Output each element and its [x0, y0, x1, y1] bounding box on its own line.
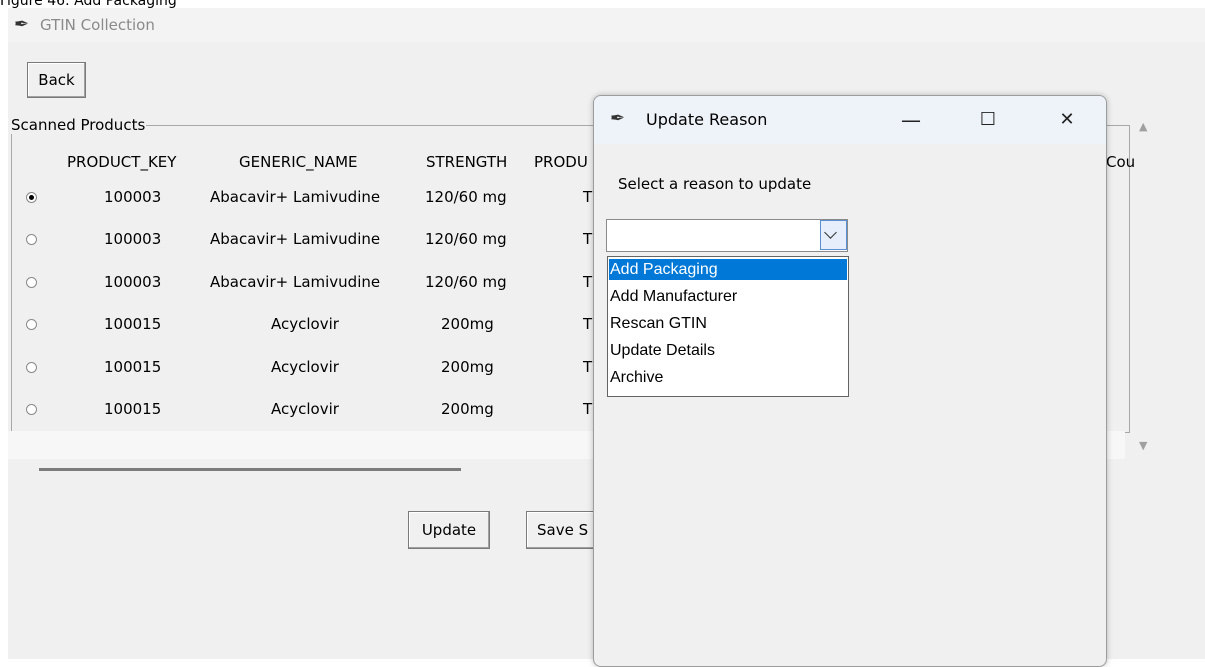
product-cell: T: [583, 315, 593, 333]
table-row[interactable]: 100015 Acyclovir 200mg T: [8, 315, 608, 339]
reason-dropdown-list: Add Packaging Add Manufacturer Rescan GT…: [607, 256, 849, 397]
combobox-dropdown-button[interactable]: [820, 220, 847, 250]
product-cell: T: [583, 358, 593, 376]
generic-name-cell: Abacavir+ Lamivudine: [210, 230, 381, 248]
column-header-strength: STRENGTH: [426, 153, 508, 171]
product-key-cell: 100015: [104, 358, 162, 376]
product-cell: T: [583, 230, 593, 248]
product-cell: T: [583, 273, 593, 291]
row-radio[interactable]: [26, 404, 37, 415]
horizontal-scrollbar-thumb[interactable]: [39, 468, 461, 471]
reason-combobox[interactable]: [606, 219, 848, 252]
main-titlebar: ✒ GTIN Collection: [8, 8, 1205, 42]
column-header-product-key: PRODUCT_KEY: [67, 153, 177, 171]
update-button[interactable]: Update: [408, 511, 490, 549]
product-key-cell: 100003: [104, 273, 162, 291]
scroll-up-arrow-icon[interactable]: ▲: [1139, 120, 1147, 133]
dialog-titlebar[interactable]: ✒ Update Reason — ☐ ✕: [594, 96, 1106, 144]
strength-cell: 200mg: [441, 358, 494, 376]
close-icon[interactable]: ✕: [1052, 106, 1082, 134]
feather-icon: ✒: [14, 14, 30, 35]
minimize-icon[interactable]: —: [896, 106, 926, 134]
generic-name-cell: Acyclovir: [271, 358, 339, 376]
product-cell: T: [583, 188, 593, 206]
table-row[interactable]: 100003 Abacavir+ Lamivudine 120/60 mg T: [8, 230, 608, 254]
table-row[interactable]: 100003 Abacavir+ Lamivudine 120/60 mg T: [8, 273, 608, 297]
option-archive[interactable]: Archive: [609, 367, 847, 388]
table-row[interactable]: 100003 Abacavir+ Lamivudine 120/60 mg T: [8, 188, 608, 212]
maximize-icon[interactable]: ☐: [973, 106, 1003, 134]
product-key-cell: 100003: [104, 230, 162, 248]
back-button[interactable]: Back: [27, 62, 86, 98]
table-row[interactable]: 100015 Acyclovir 200mg T: [8, 358, 608, 382]
row-radio[interactable]: [26, 192, 37, 203]
table-row[interactable]: 100015 Acyclovir 200mg T: [8, 400, 608, 424]
row-radio[interactable]: [26, 234, 37, 245]
update-reason-dialog: ✒ Update Reason — ☐ ✕ Select a reason to…: [593, 95, 1107, 667]
strength-cell: 200mg: [441, 400, 494, 418]
generic-name-cell: Acyclovir: [271, 400, 339, 418]
strength-cell: 200mg: [441, 315, 494, 333]
generic-name-cell: Acyclovir: [271, 315, 339, 333]
reason-prompt: Select a reason to update: [618, 175, 812, 193]
option-add-packaging[interactable]: Add Packaging: [609, 259, 847, 280]
strength-cell: 120/60 mg: [425, 188, 507, 206]
option-update-details[interactable]: Update Details: [609, 340, 847, 361]
window-title: GTIN Collection: [40, 16, 155, 34]
column-header-product: PRODU: [534, 153, 588, 171]
dialog-title: Update Reason: [646, 110, 768, 129]
product-key-cell: 100003: [104, 188, 162, 206]
row-radio[interactable]: [26, 319, 37, 330]
chevron-down-icon: [824, 226, 837, 239]
strength-cell: 120/60 mg: [425, 273, 507, 291]
feather-icon: ✒: [610, 108, 626, 129]
strength-cell: 120/60 mg: [425, 230, 507, 248]
option-add-manufacturer[interactable]: Add Manufacturer: [609, 286, 847, 307]
product-cell: T: [583, 400, 593, 418]
scroll-down-arrow-icon[interactable]: ▼: [1139, 439, 1147, 452]
column-header-count: Cou: [1106, 153, 1136, 171]
product-key-cell: 100015: [104, 400, 162, 418]
column-header-generic-name: GENERIC_NAME: [239, 153, 358, 171]
row-radio[interactable]: [26, 362, 37, 373]
generic-name-cell: Abacavir+ Lamivudine: [210, 273, 381, 291]
frame-label: Scanned Products: [10, 116, 147, 134]
generic-name-cell: Abacavir+ Lamivudine: [210, 188, 381, 206]
option-rescan-gtin[interactable]: Rescan GTIN: [609, 313, 847, 334]
row-radio[interactable]: [26, 277, 37, 288]
product-key-cell: 100015: [104, 315, 162, 333]
